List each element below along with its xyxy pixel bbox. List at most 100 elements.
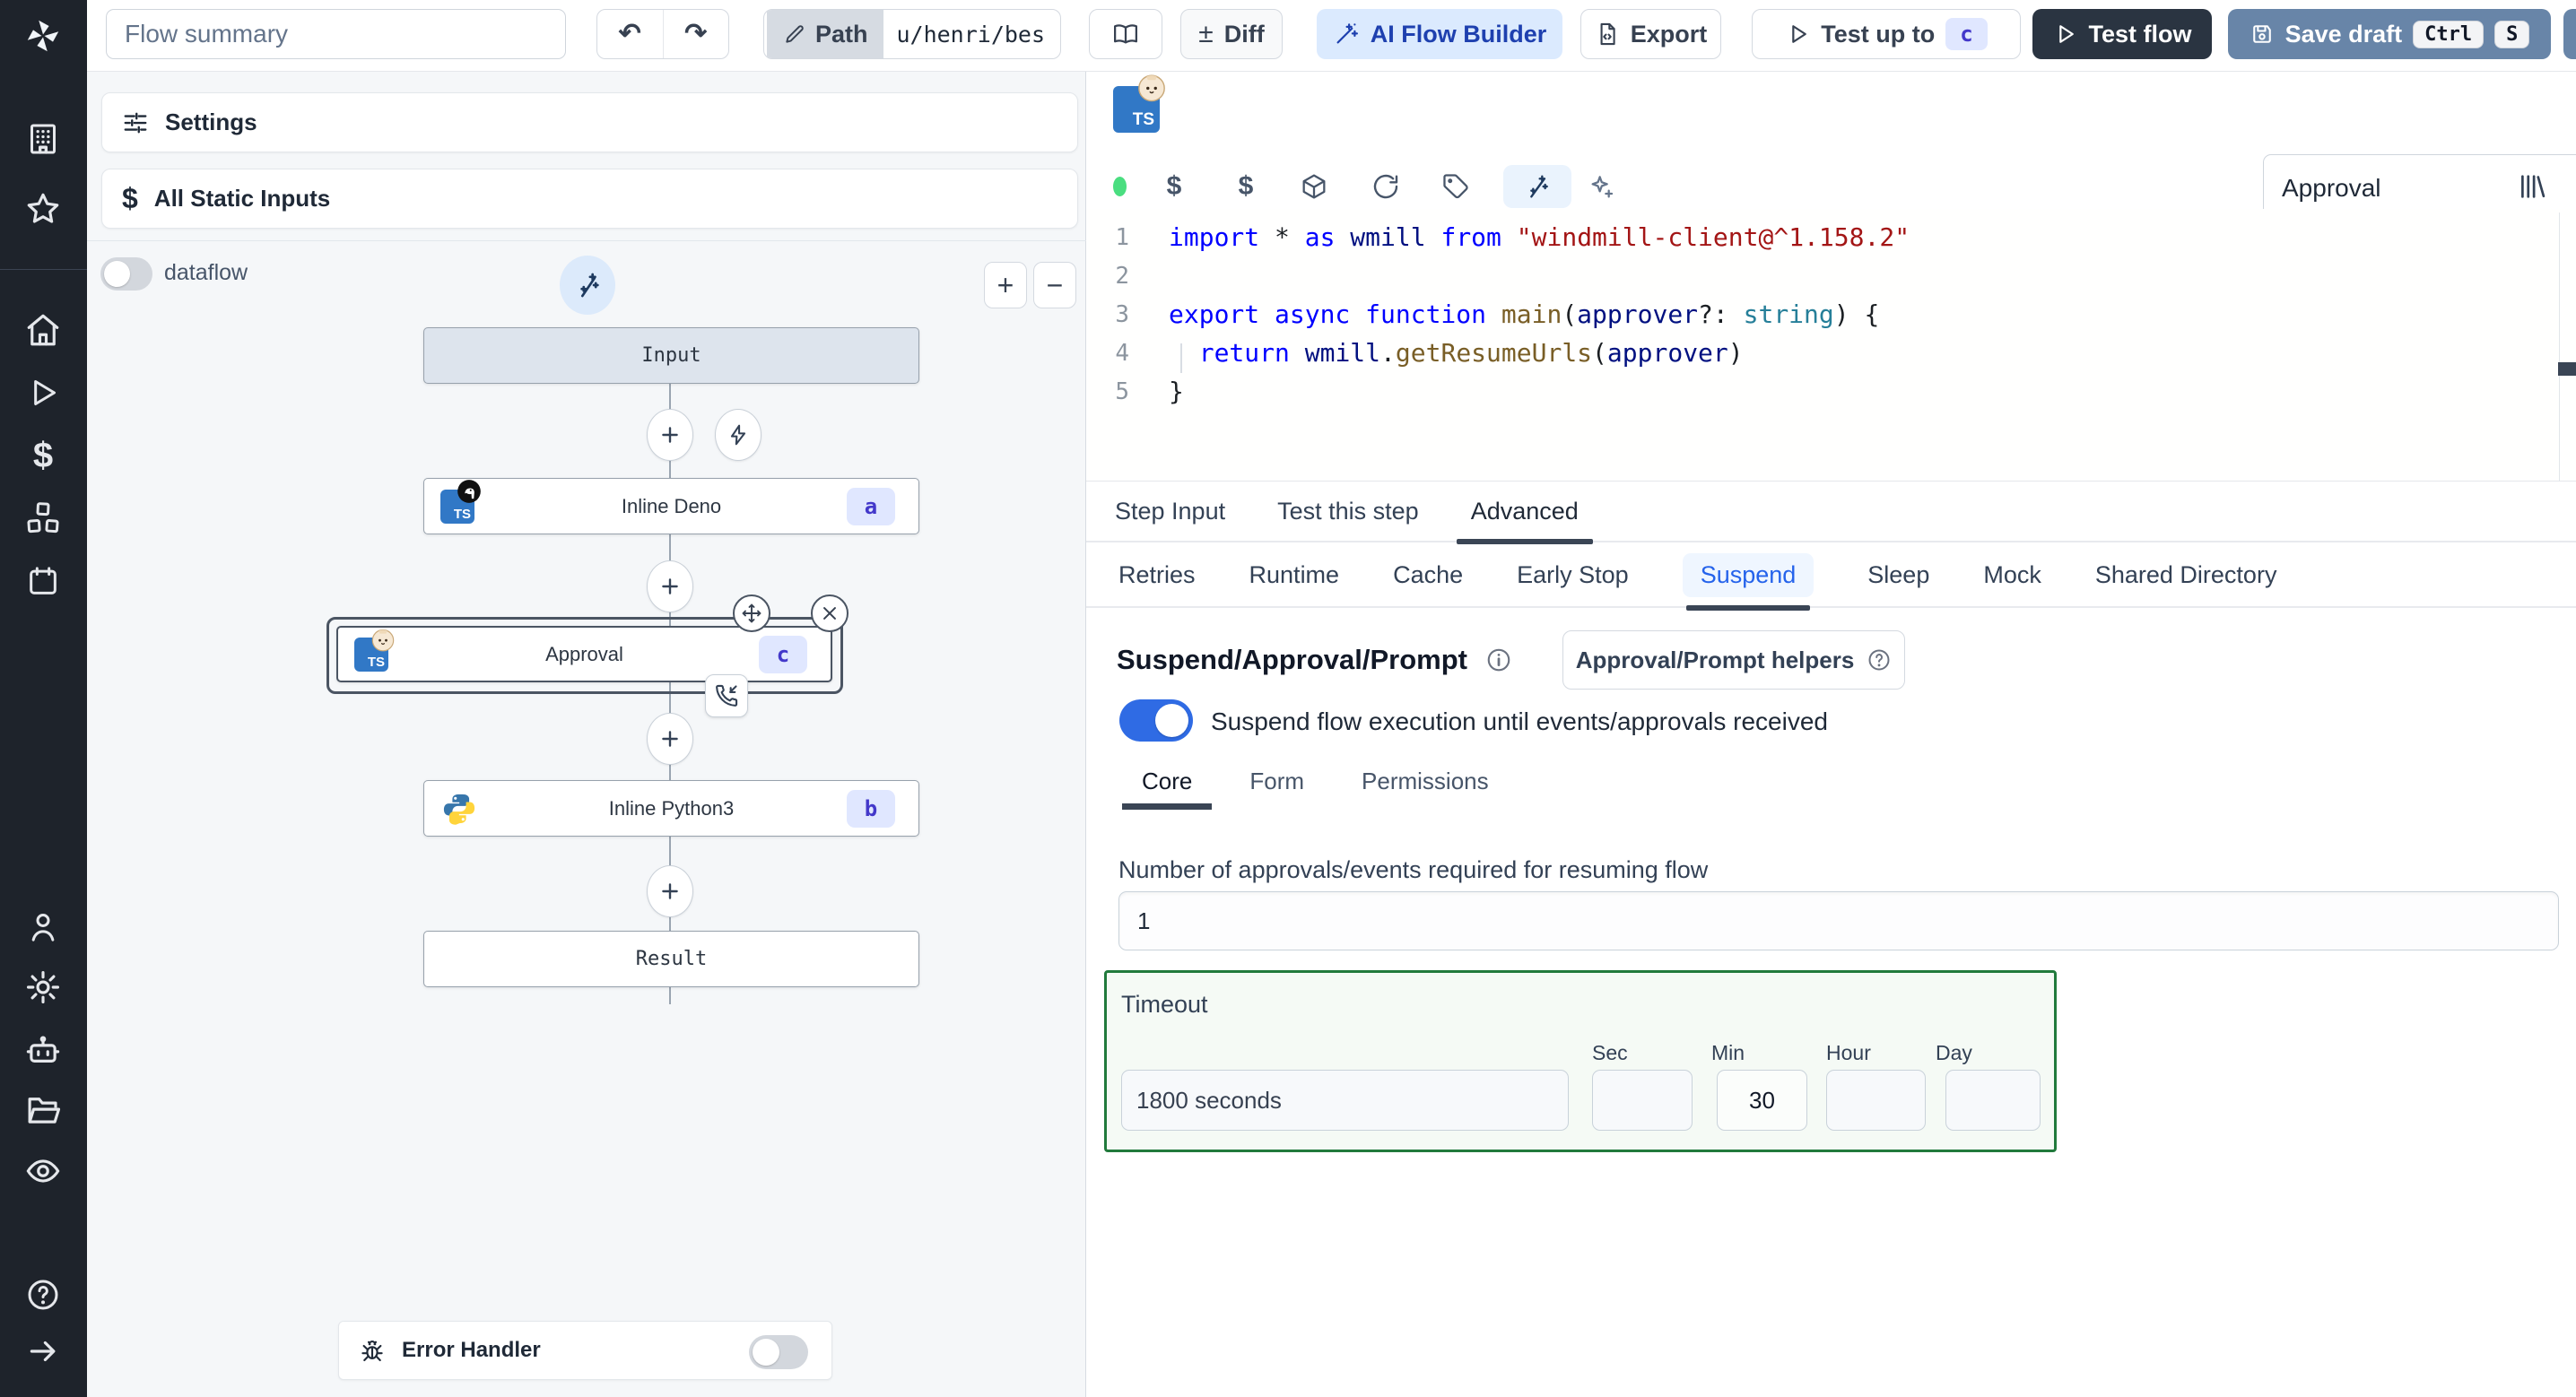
tab-core[interactable]: Core	[1121, 768, 1213, 810]
error-handler-toggle[interactable]	[749, 1335, 808, 1369]
runs-play-icon[interactable]	[22, 371, 65, 414]
status-dot	[1113, 177, 1127, 196]
flow-node-approval[interactable]: TS Approval c	[336, 626, 832, 682]
add-step-button[interactable]	[647, 409, 693, 461]
redo-icon[interactable]: ↷	[664, 10, 729, 58]
save-icon	[2252, 25, 2271, 43]
zoom-in-button[interactable]: +	[984, 262, 1027, 308]
assets-dollar-icon[interactable]: $	[1159, 171, 1189, 202]
tab-sleep[interactable]: Sleep	[1867, 561, 1929, 589]
all-static-inputs-button[interactable]: $ All Static Inputs	[101, 169, 1078, 229]
ai-flow-builder-button[interactable]: AI Flow Builder	[1317, 9, 1562, 59]
flow-node-inline-python[interactable]: Inline Python3 b	[423, 780, 919, 837]
diff-button[interactable]: ± Diff	[1180, 9, 1283, 59]
add-step-button[interactable]	[647, 713, 693, 765]
tab-early-stop[interactable]: Early Stop	[1517, 561, 1629, 589]
folders-icon[interactable]	[22, 1089, 65, 1132]
add-step-button[interactable]	[647, 865, 693, 917]
zoom-out-button[interactable]: −	[1033, 262, 1076, 308]
flow-summary-input[interactable]	[106, 9, 566, 59]
tab-step-input[interactable]: Step Input	[1115, 498, 1225, 525]
plus-icon	[662, 427, 678, 443]
timeout-day-input[interactable]	[1945, 1070, 2041, 1131]
timeout-min-input[interactable]	[1717, 1070, 1807, 1131]
close-icon	[823, 607, 836, 620]
export-file-icon	[1600, 22, 1615, 46]
windmill-logo-icon[interactable]	[22, 14, 65, 57]
tab-test-this-step[interactable]: Test this step	[1277, 498, 1419, 525]
home-icon[interactable]	[22, 308, 65, 351]
unit-label-day: Day	[1936, 1041, 1972, 1064]
dataflow-toggle[interactable]	[100, 257, 152, 291]
docs-button[interactable]	[1089, 9, 1162, 59]
variables-dollar-icon[interactable]: $	[22, 434, 65, 477]
flow-node-result[interactable]: Result	[423, 931, 919, 987]
refresh-icon[interactable]	[1371, 171, 1401, 202]
sparkles-icon[interactable]	[1586, 171, 1616, 202]
suspend-toggle-label: Suspend flow execution until events/appr…	[1211, 707, 1828, 735]
timeout-seconds-input[interactable]	[1121, 1070, 1569, 1131]
play-icon	[1792, 25, 1807, 43]
timeout-label: Timeout	[1121, 991, 1208, 1018]
schedules-calendar-icon[interactable]	[22, 560, 65, 603]
code-editor[interactable]: 1 import * as wmill from "windmill-client…	[1086, 209, 2576, 482]
tab-cache[interactable]: Cache	[1393, 561, 1463, 589]
tab-mock[interactable]: Mock	[1983, 561, 2041, 589]
tab-suspend[interactable]: Suspend	[1682, 553, 1815, 611]
app-sidebar: $	[0, 0, 87, 1397]
path-value[interactable]: u/henri/bes	[883, 22, 1057, 48]
timeout-sec-input[interactable]	[1592, 1070, 1693, 1131]
suspend-phone-badge[interactable]	[705, 674, 748, 717]
settings-gear-icon[interactable]	[22, 966, 65, 1009]
test-up-to-button[interactable]: Test up to c	[1752, 9, 2021, 59]
expand-arrow-icon[interactable]	[22, 1330, 65, 1373]
help-icon[interactable]	[22, 1273, 65, 1316]
flow-node-inline-deno[interactable]: TS Inline Deno a	[423, 478, 919, 534]
path-button[interactable]: Path	[766, 10, 884, 58]
tab-form[interactable]: Form	[1249, 768, 1304, 795]
approvals-count-input[interactable]	[1118, 891, 2559, 950]
dumpling-emoji-icon	[1138, 74, 1165, 102]
tab-shared-directory[interactable]: Shared Directory	[2095, 561, 2277, 589]
ai-graph-wand-button[interactable]	[560, 256, 615, 315]
suspend-toggle[interactable]	[1119, 699, 1193, 742]
favorites-star-icon[interactable]	[22, 187, 65, 230]
tab-runtime[interactable]: Runtime	[1249, 561, 1340, 589]
undo-icon[interactable]: ↶	[597, 10, 664, 58]
add-trigger-button[interactable]	[715, 409, 761, 461]
add-step-button[interactable]	[647, 560, 693, 612]
info-icon[interactable]	[1485, 646, 1512, 673]
suspend-heading-row: Suspend/Approval/Prompt	[1117, 644, 1512, 676]
path-group: Path u/henri/bes	[763, 9, 1061, 59]
resources-boxes-icon[interactable]	[22, 497, 65, 540]
deploy-button-cutoff[interactable]	[2563, 9, 2576, 59]
move-node-button[interactable]	[733, 594, 770, 632]
variables-dollar-icon[interactable]: $	[1231, 171, 1261, 202]
tab-advanced[interactable]: Advanced	[1456, 498, 1593, 544]
approval-prompt-helpers-button[interactable]: Approval/Prompt helpers	[1562, 630, 1905, 690]
save-draft-button[interactable]: Save draft Ctrl S	[2228, 9, 2551, 59]
export-button[interactable]: Export	[1580, 9, 1721, 59]
tag-icon[interactable]	[1440, 171, 1471, 202]
workspace-building-icon[interactable]	[22, 117, 65, 161]
test-flow-button[interactable]: Test flow	[2032, 9, 2212, 59]
timeout-hour-input[interactable]	[1826, 1070, 1926, 1131]
delete-node-button[interactable]	[811, 594, 849, 632]
wand-icon	[1336, 23, 1358, 44]
tab-retries[interactable]: Retries	[1118, 561, 1196, 589]
editor-scrollbar[interactable]	[2558, 362, 2576, 376]
flow-node-input[interactable]: Input	[423, 327, 919, 384]
package-icon[interactable]	[1299, 171, 1329, 202]
ai-assistant-button[interactable]	[1503, 165, 1571, 208]
wand-sparkles-icon	[580, 273, 599, 298]
timeout-fieldset: Timeout Sec Min Hour Day	[1104, 970, 2057, 1152]
flow-settings-button[interactable]: Settings	[101, 92, 1078, 152]
sidebar-divider	[0, 269, 87, 270]
error-handler-card[interactable]: Error Handler	[338, 1321, 832, 1380]
audit-eye-icon[interactable]	[22, 1150, 65, 1193]
library-icon[interactable]	[2517, 171, 2547, 202]
tab-permissions[interactable]: Permissions	[1362, 768, 1489, 795]
test-up-to-step-badge: c	[1945, 18, 1988, 50]
users-person-icon[interactable]	[22, 906, 65, 949]
workers-robot-icon[interactable]	[22, 1029, 65, 1072]
